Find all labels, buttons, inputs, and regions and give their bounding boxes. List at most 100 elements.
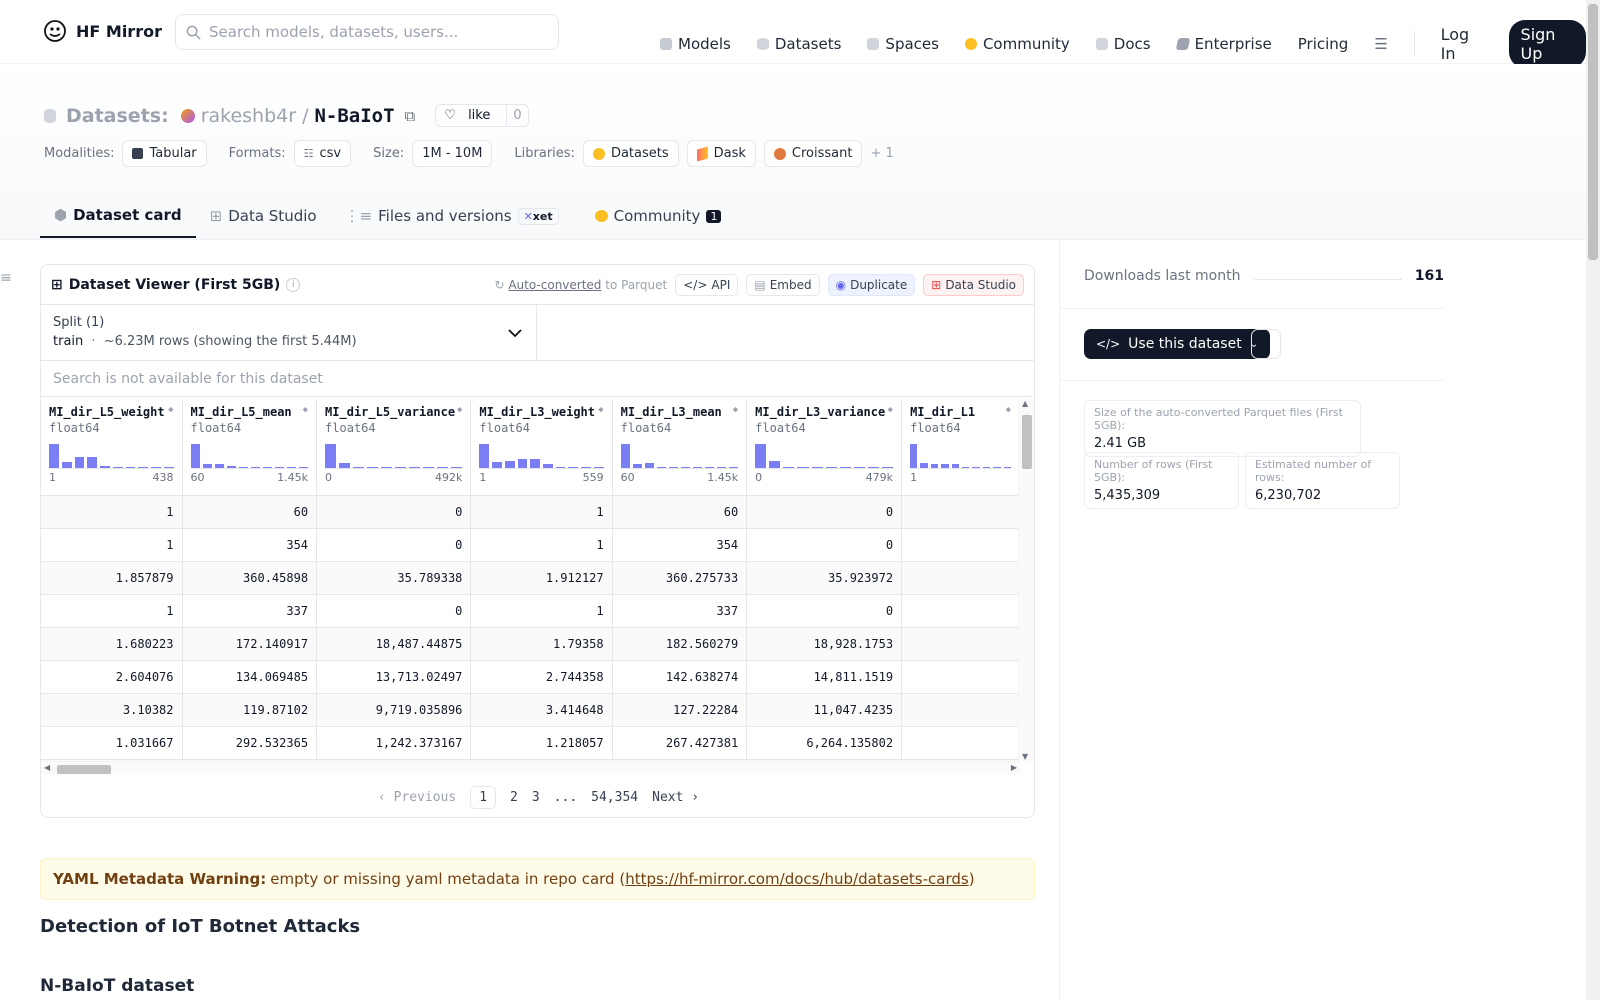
viewer-search[interactable] (41, 361, 1034, 397)
table-row[interactable]: 3.10382 119.87102 9,719.035896 3.414648 127.… (41, 693, 1020, 727)
table-cell[interactable]: 14,811.1519 (746, 660, 903, 694)
table-cell[interactable]: 0 (316, 495, 472, 529)
nav-datasets[interactable]: Datasets (756, 35, 841, 53)
table-cell[interactable] (901, 660, 1020, 694)
table-cell[interactable] (901, 561, 1020, 595)
horizontal-scroll-thumb[interactable] (57, 765, 111, 774)
column-header[interactable]: MI_dir_L5_variance ◆ float64 0 492k (316, 399, 472, 496)
repo-owner-link[interactable]: rakeshb4r (201, 105, 296, 127)
column-header[interactable]: MI_dir_L5_mean ◆ float64 60 1.45k (182, 399, 318, 496)
vertical-scrollbar[interactable]: ▲ ▼ (1018, 399, 1034, 761)
library-datasets-tag[interactable]: Datasets (582, 140, 679, 167)
nav-pricing[interactable]: Pricing (1298, 35, 1349, 53)
nav-community[interactable]: Community (964, 35, 1070, 53)
tab-community[interactable]: Community 1 (581, 196, 736, 238)
global-search[interactable] (175, 14, 559, 50)
page-3-button[interactable]: 3 (532, 790, 540, 805)
table-cell[interactable]: 182.560279 (612, 627, 748, 661)
table-row[interactable]: 2.604076 134.069485 13,713.02497 2.744358 14… (41, 660, 1020, 694)
datasets-cards-link[interactable]: https://hf-mirror.com/docs/hub/datasets-… (625, 870, 969, 888)
table-cell[interactable]: 267.427381 (612, 726, 748, 760)
sort-icon[interactable]: ◆ (733, 405, 738, 419)
table-cell[interactable]: 127.22284 (612, 693, 748, 727)
nav-models[interactable]: Models (660, 35, 731, 53)
scroll-up-icon[interactable]: ▲ (1022, 399, 1028, 408)
table-cell[interactable]: 18,928.1753 (746, 627, 903, 661)
modality-tabular-tag[interactable]: Tabular (122, 140, 207, 167)
horizontal-scrollbar[interactable]: ◀ ▶ (41, 761, 1020, 775)
table-cell[interactable]: 0 (316, 594, 472, 628)
column-header[interactable]: MI_dir_L3_mean ◆ float64 60 1.45k (612, 399, 748, 496)
table-cell[interactable]: 0 (316, 528, 472, 562)
table-cell[interactable]: 360.45898 (182, 561, 318, 595)
last-page-button[interactable]: 54,354 (591, 790, 638, 805)
column-header[interactable]: MI_dir_L3_variance ◆ float64 0 479k (746, 399, 903, 496)
repo-name-link[interactable]: N-BaIoT (314, 105, 394, 127)
table-cell[interactable]: 35.789338 (316, 561, 472, 595)
sort-icon[interactable]: ◆ (888, 405, 893, 419)
page-2-button[interactable]: 2 (510, 790, 518, 805)
table-cell[interactable]: 3.10382 (41, 693, 183, 727)
table-cell[interactable]: 1.857879 (41, 561, 183, 595)
table-cell[interactable] (901, 594, 1020, 628)
column-histogram[interactable] (910, 443, 1011, 469)
table-cell[interactable]: 1.031667 (41, 726, 183, 760)
page-scrollbar[interactable] (1586, 0, 1600, 1000)
tab-files-versions[interactable]: ⋮≡ Files and versions ✕xet (331, 196, 573, 238)
sort-icon[interactable]: ◆ (598, 405, 603, 419)
format-csv-tag[interactable]: ☷ csv (293, 140, 352, 167)
table-cell[interactable]: 292.532365 (182, 726, 318, 760)
table-cell[interactable]: 1 (41, 594, 183, 628)
column-header[interactable]: MI_dir_L5_weight ◆ float64 1 438 (41, 399, 183, 496)
vertical-scroll-thumb[interactable] (1022, 415, 1032, 469)
split-selector[interactable]: Split (1) train · ~6.23M rows (showing t… (41, 305, 537, 360)
library-croissant-tag[interactable]: Croissant (763, 140, 863, 167)
table-cell[interactable]: 1 (470, 495, 613, 529)
column-histogram[interactable] (620, 443, 739, 469)
table-cell[interactable]: 6,264.135802 (746, 726, 903, 760)
login-link[interactable]: Log In (1441, 25, 1483, 63)
table-cell[interactable]: 18,487.44875 (316, 627, 472, 661)
column-header[interactable]: MI_dir_L3_weight ◆ float64 1 559 (470, 399, 613, 496)
previous-page-button[interactable]: ‹ Previous (378, 790, 456, 805)
info-icon[interactable]: i (286, 277, 301, 292)
table-cell[interactable] (901, 495, 1020, 529)
data-table-container[interactable]: MI_dir_L5_weight ◆ float64 1 438 MI_dir_L5_me… (41, 399, 1020, 761)
table-cell[interactable]: 1 (41, 495, 183, 529)
table-cell[interactable] (901, 627, 1020, 661)
table-cell[interactable]: 35.923972 (746, 561, 903, 595)
nav-enterprise[interactable]: Enterprise (1175, 35, 1272, 53)
brand-logo[interactable]: HF Mirror (42, 18, 162, 44)
like-button[interactable]: ♡ like 0 (435, 104, 529, 127)
table-cell[interactable]: 60 (182, 495, 318, 529)
next-page-button[interactable]: Next › (652, 790, 699, 805)
table-cell[interactable]: 172.140917 (182, 627, 318, 661)
auto-converted-link[interactable]: Auto-converted (508, 278, 601, 292)
signup-button[interactable]: Sign Up (1508, 20, 1586, 68)
sort-icon[interactable]: ◆ (168, 405, 173, 419)
table-cell[interactable]: 1.680223 (41, 627, 183, 661)
table-cell[interactable] (901, 726, 1020, 760)
data-studio-button[interactable]: ⊞ Data Studio (923, 273, 1024, 296)
nav-docs[interactable]: Docs (1095, 35, 1151, 53)
search-input[interactable] (209, 23, 549, 41)
page-scroll-thumb[interactable] (1588, 4, 1598, 260)
more-options-button[interactable]: ⋮ (1251, 329, 1281, 359)
column-histogram[interactable] (190, 443, 309, 469)
column-histogram[interactable] (325, 443, 463, 469)
column-histogram[interactable] (479, 443, 604, 469)
table-cell[interactable]: 142.638274 (612, 660, 748, 694)
tab-data-studio[interactable]: ⊞ Data Studio (196, 196, 331, 238)
table-cell[interactable]: 360.275733 (612, 561, 748, 595)
tab-dataset-card[interactable]: ⬢ Dataset card (40, 196, 196, 238)
sidebar-toggle-icon[interactable]: ≡ (0, 270, 12, 286)
table-row[interactable]: 1 337 0 1 337 0 (41, 594, 1020, 628)
table-cell[interactable]: 0 (746, 495, 903, 529)
embed-button[interactable]: ▤ Embed (746, 273, 820, 296)
table-cell[interactable] (901, 528, 1020, 562)
table-cell[interactable]: 0 (746, 594, 903, 628)
column-header[interactable]: MI_dir_L1 ◆ float64 1 (901, 399, 1020, 496)
size-tag[interactable]: 1M - 10M (412, 140, 493, 167)
table-cell[interactable]: 1.79358 (470, 627, 613, 661)
nav-spaces[interactable]: Spaces (867, 35, 939, 53)
